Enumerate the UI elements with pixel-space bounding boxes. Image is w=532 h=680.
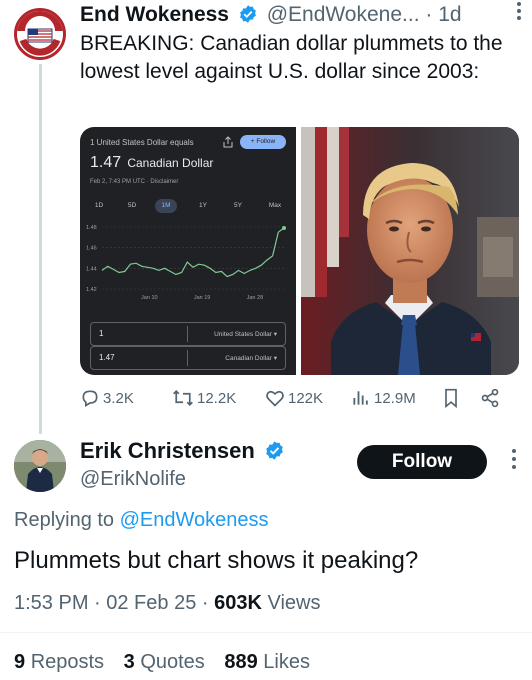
tab-max[interactable]: Max [264,199,286,213]
reply-author-handle[interactable]: @ErikNolife [80,466,186,492]
avatar-erik[interactable] [14,440,66,492]
replying-mention[interactable]: @EndWokeness [120,509,269,531]
share-button[interactable] [480,386,503,412]
analytics-icon [353,391,368,405]
range-tabs: 1D 5D 1M 1Y 5Y Max [88,199,288,215]
reposts-label: Reposts [30,651,105,673]
media-currency-chart[interactable]: 1 United States Dollar equals 1.47 Canad… [80,127,296,375]
to-amount: 1.47 [99,353,115,362]
currency-follow-button[interactable]: + Follow [240,135,286,149]
currency-caption: 1 United States Dollar equals [90,138,194,147]
from-currency-label: United States Dollar [214,331,272,338]
avatar-photo [14,440,66,492]
author-name[interactable]: End Wokeness [80,3,229,26]
divider [0,632,532,633]
quotes-count: 3 [123,651,135,673]
quotes-stat[interactable]: 3 Quotes [124,651,205,673]
currency-date: Feb 2, 7:43 PM UTC · Disclaimer [90,179,179,185]
bookmark-button[interactable] [442,386,463,412]
reply-views-label: Views [267,592,321,614]
avatar-seal-logo [17,11,63,56]
x-tick-label: Jan 28 [247,295,264,301]
tab-1d[interactable]: 1D [88,199,110,213]
like-count: 122K [288,390,324,407]
reposts-stat[interactable]: 9 Reposts [14,651,104,673]
y-tick-label: 1.42 [86,287,97,293]
from-amount: 1 [99,329,104,338]
verified-badge-icon [264,440,285,468]
reply-author-line: Erik Christensen [80,437,288,468]
avatar-endwokeness[interactable] [14,8,66,60]
field-separator [187,326,188,342]
repost-icon [173,390,193,406]
reply-timestamp[interactable]: 1:53 PM · 02 Feb 25 · [14,592,209,614]
reply-author-name[interactable]: Erik Christensen [80,438,255,463]
reply-icon [82,390,98,407]
tab-5d[interactable]: 5D [121,199,143,213]
tab-1m[interactable]: 1M [155,199,177,213]
from-currency-field[interactable]: 1 United States Dollar ▾ [90,322,286,346]
reposts-count: 9 [14,651,26,673]
views-count: 12.9M [374,390,416,407]
post-text: BREAKING: Canadian dollar plummets to th… [80,32,503,83]
replying-prefix: Replying to [14,509,115,531]
post-original: End Wokeness @EndWokene... · 1d BREAKING… [0,0,532,434]
reply-stats: 9 Reposts 3 Quotes 889 Likes [14,649,310,675]
thread-line [39,64,42,434]
quotes-label: Quotes [140,651,205,673]
y-tick-label: 1.46 [86,246,97,252]
media-grid: 1 United States Dollar equals 1.47 Canad… [80,127,519,375]
share-icon[interactable] [223,136,233,148]
likes-label: Likes [263,651,310,673]
heart-icon [266,390,284,407]
portrait-image [301,127,519,375]
reply-meta: 1:53 PM · 02 Feb 25 · 603K Views [14,590,320,616]
like-button[interactable]: 122K [265,386,323,412]
verified-badge-icon [238,4,258,31]
y-tick-label: 1.44 [86,266,97,272]
replying-to-line: Replying to @EndWokeness [14,507,269,533]
field-separator [187,350,188,366]
post-header: End Wokeness @EndWokene... · 1d [80,2,525,28]
reply-text: Plummets but chart shows it peaking? [14,547,419,574]
currency-rate: 1.47 [90,154,122,171]
from-currency-select[interactable]: United States Dollar ▾ [214,330,277,338]
share-nodes-icon [481,388,499,408]
post-time[interactable]: 1d [438,3,461,26]
media-portrait-photo[interactable] [301,127,519,375]
likes-stat[interactable]: 889 Likes [224,651,310,673]
reply-views-count: 603K [214,592,262,614]
reply-count: 3.2K [103,390,134,407]
tab-1y[interactable]: 1Y [192,199,214,213]
to-currency-select[interactable]: Canadian Dollar ▾ [225,354,277,362]
separator-dot: · [425,3,433,26]
reply-button[interactable]: 3.2K [80,386,134,412]
repost-count: 12.2K [197,390,237,407]
bookmark-icon [445,388,457,409]
to-currency-label: Canadian Dollar [225,355,272,362]
follow-button[interactable]: Follow [357,445,487,479]
views-button[interactable]: 12.9M [351,386,416,412]
x-tick-label: Jan 10 [141,295,158,301]
exchange-rate-chart: 1.48 1.46 1.44 1.42 Jan 10 Jan 19 Jan 28 [86,225,286,301]
more-options-icon[interactable] [516,0,522,29]
post-action-bar: 3.2K 12.2K 122K 12.9M [80,386,525,412]
y-tick-label: 1.48 [86,225,97,231]
tab-5y[interactable]: 5Y [227,199,249,213]
author-handle[interactable]: @EndWokene... [267,3,420,26]
x-tick-label: Jan 19 [194,295,211,301]
to-currency-field[interactable]: 1.47 Canadian Dollar ▾ [90,346,286,370]
more-options-icon[interactable] [504,445,524,473]
rate-endpoint [282,226,286,231]
likes-count: 889 [224,651,258,673]
rate-line [101,227,285,278]
currency-name: Canadian Dollar [127,156,214,170]
currency-rate-line: 1.47 Canadian Dollar [90,154,213,172]
repost-button[interactable]: 12.2K [172,386,236,412]
